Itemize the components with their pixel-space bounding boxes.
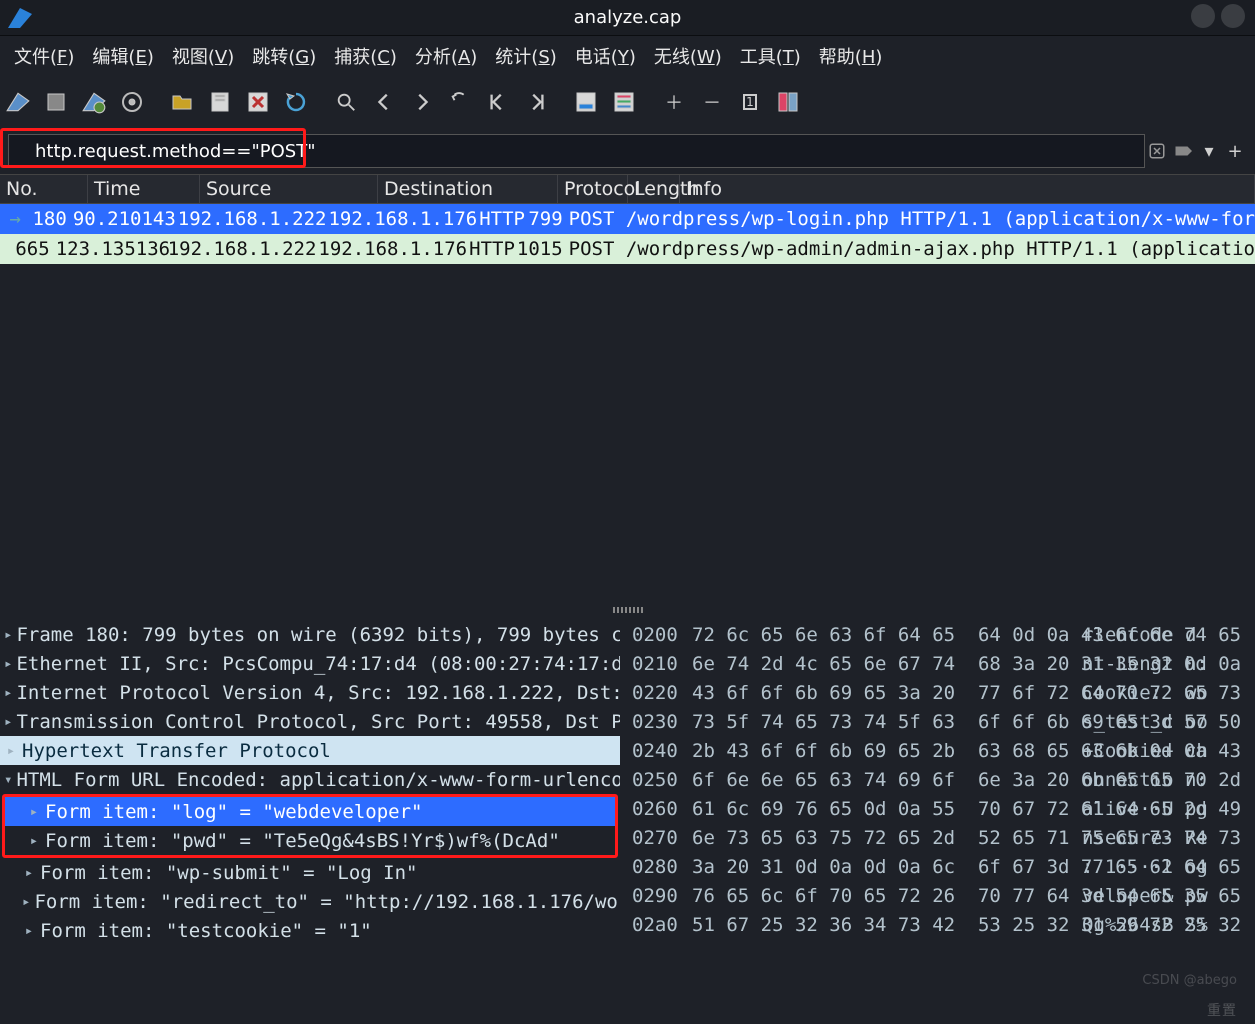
menu-edit[interactable]: 编辑(E)	[84, 39, 161, 73]
resize-columns-icon[interactable]	[772, 86, 804, 118]
restart-capture-icon[interactable]	[78, 86, 110, 118]
credential-highlight: ▸Form item: "log" = "webdeveloper" ▸Form…	[2, 794, 618, 858]
zoom-reset-icon[interactable]: 1	[734, 86, 766, 118]
tree-form-item-redirect[interactable]: ▸Form item: "redirect_to" = "http://192.…	[0, 887, 620, 916]
maximize-button[interactable]	[1221, 4, 1245, 28]
filter-bar: ▾ +	[0, 128, 1255, 174]
caret-right-icon: ▸	[22, 923, 36, 939]
col-header-no[interactable]: No.	[0, 175, 88, 203]
menu-telephony[interactable]: 电话(Y)	[567, 39, 644, 73]
forward-icon[interactable]	[406, 86, 438, 118]
jump-icon[interactable]	[444, 86, 476, 118]
hex-row[interactable]: 029076 65 6c 6f 70 65 72 26 70 77 64 3d …	[632, 881, 1255, 910]
watermark-csdn: CSDN @abego	[1142, 973, 1237, 988]
tree-http[interactable]: ▸Hypertext Transfer Protocol	[0, 736, 620, 765]
tree-form-item-pwd[interactable]: ▸Form item: "pwd" = "Te5eQg&4sBS!Yr$)wf%…	[5, 826, 615, 855]
col-header-length[interactable]: Length	[628, 175, 680, 203]
tree-tcp[interactable]: ▸Transmission Control Protocol, Src Port…	[0, 707, 620, 736]
window-title: analyze.cap	[0, 7, 1255, 28]
caret-right-icon: ▸	[22, 894, 30, 910]
toolbar: ＋ － 1	[0, 76, 1255, 128]
pane-splitter[interactable]	[0, 604, 1255, 616]
caret-right-icon: ▸	[4, 656, 12, 672]
menu-goto[interactable]: 跳转(G)	[244, 39, 324, 73]
open-file-icon[interactable]	[166, 86, 198, 118]
stop-capture-icon[interactable]	[40, 86, 72, 118]
packet-row[interactable]: 665 123.135136 192.168.1.222 192.168.1.1…	[0, 234, 1255, 264]
menu-capture[interactable]: 捕获(C)	[326, 39, 405, 73]
details-and-bytes: ▸Frame 180: 799 bytes on wire (6392 bits…	[0, 616, 1255, 946]
hex-row[interactable]: 02706e 73 65 63 75 72 65 2d 52 65 71 75 …	[632, 823, 1255, 852]
goto-last-icon[interactable]	[520, 86, 552, 118]
menu-help[interactable]: 帮助(H)	[811, 39, 891, 73]
hex-row[interactable]: 02106e 74 2d 4c 65 6e 67 74 68 3a 20 31 …	[632, 649, 1255, 678]
save-file-icon[interactable]	[204, 86, 236, 118]
zoom-in-icon[interactable]: ＋	[658, 86, 690, 118]
back-icon[interactable]	[368, 86, 400, 118]
caret-right-icon: ▸	[4, 627, 12, 643]
hex-row[interactable]: 02506f 6e 6e 65 63 74 69 6f 6e 3a 20 6b …	[632, 765, 1255, 794]
col-header-protocol[interactable]: Protocol	[558, 175, 628, 203]
caret-right-icon: ▸	[27, 833, 41, 849]
packet-row[interactable]: → 180 90.210143 192.168.1.222 192.168.1.…	[0, 204, 1255, 234]
minimize-button[interactable]	[1191, 4, 1215, 28]
clear-filter-icon[interactable]	[1145, 139, 1169, 163]
hex-row[interactable]: 02b034 25 32 39 77 66 25 32 35 25 32 38 …	[632, 939, 1255, 946]
search-icon[interactable]	[330, 86, 362, 118]
start-capture-icon[interactable]	[2, 86, 34, 118]
menu-view[interactable]: 视图(V)	[164, 39, 242, 73]
menu-wireless[interactable]: 无线(W)	[646, 39, 730, 73]
hex-row[interactable]: 023073 5f 74 65 73 74 5f 63 6f 6f 6b 69 …	[632, 707, 1255, 736]
caret-right-icon: ▸	[4, 685, 12, 701]
packet-list[interactable]: No. Time Source Destination Protocol Len…	[0, 174, 1255, 264]
tree-form-item-log[interactable]: ▸Form item: "log" = "webdeveloper"	[5, 797, 615, 826]
tree-ip[interactable]: ▸Internet Protocol Version 4, Src: 192.1…	[0, 678, 620, 707]
reload-icon[interactable]	[280, 86, 312, 118]
hex-row[interactable]: 02402b 43 6f 6f 6b 69 65 2b 63 68 65 63 …	[632, 736, 1255, 765]
menu-stats[interactable]: 统计(S)	[487, 39, 565, 73]
packet-list-empty	[0, 264, 1255, 604]
zoom-out-icon[interactable]: －	[696, 86, 728, 118]
hex-row[interactable]: 020072 6c 65 6e 63 6f 64 65 64 0d 0a 43 …	[632, 620, 1255, 649]
menu-tools[interactable]: 工具(T)	[732, 39, 809, 73]
apply-filter-icon[interactable]	[1171, 139, 1195, 163]
goto-first-icon[interactable]	[482, 86, 514, 118]
packet-bytes[interactable]: 020072 6c 65 6e 63 6f 64 65 64 0d 0a 43 …	[620, 616, 1255, 946]
add-filter-icon[interactable]: +	[1223, 139, 1247, 163]
caret-right-icon: ▸	[22, 865, 36, 881]
tree-ethernet[interactable]: ▸Ethernet II, Src: PcsCompu_74:17:d4 (08…	[0, 649, 620, 678]
col-header-destination[interactable]: Destination	[378, 175, 558, 203]
menu-bar: 文件(F) 编辑(E) 视图(V) 跳转(G) 捕获(C) 分析(A) 统计(S…	[0, 36, 1255, 76]
window-controls[interactable]	[1191, 4, 1245, 28]
menu-file[interactable]: 文件(F)	[6, 39, 82, 73]
autoscroll-icon[interactable]	[570, 86, 602, 118]
packet-list-header: No. Time Source Destination Protocol Len…	[0, 174, 1255, 204]
hex-row[interactable]: 022043 6f 6f 6b 69 65 3a 20 77 6f 72 64 …	[632, 678, 1255, 707]
caret-right-icon: ▸	[4, 743, 18, 759]
col-header-source[interactable]: Source	[200, 175, 378, 203]
col-header-time[interactable]: Time	[88, 175, 200, 203]
caret-right-icon: ▸	[27, 804, 41, 820]
display-filter-input[interactable]	[8, 134, 1145, 168]
packet-marker-icon: →	[0, 208, 30, 230]
tree-frame[interactable]: ▸Frame 180: 799 bytes on wire (6392 bits…	[0, 620, 620, 649]
tree-form-item-submit[interactable]: ▸Form item: "wp-submit" = "Log In"	[0, 858, 620, 887]
tree-form-urlencoded[interactable]: ▾HTML Form URL Encoded: application/x-ww…	[0, 765, 620, 794]
caret-down-icon: ▾	[4, 772, 12, 788]
tree-form-item-testcookie[interactable]: ▸Form item: "testcookie" = "1"	[0, 916, 620, 945]
hex-row[interactable]: 026061 6c 69 76 65 0d 0a 55 70 67 72 61 …	[632, 794, 1255, 823]
hex-row[interactable]: 02803a 20 31 0d 0a 0d 0a 6c 6f 67 3d 77 …	[632, 852, 1255, 881]
caret-right-icon: ▸	[4, 714, 12, 730]
col-header-info[interactable]: Info	[680, 175, 1255, 203]
title-bar: analyze.cap	[0, 0, 1255, 36]
hex-row[interactable]: 02a051 67 25 32 36 34 73 42 53 25 32 31 …	[632, 910, 1255, 939]
menu-analyze[interactable]: 分析(A)	[407, 39, 485, 73]
colorize-icon[interactable]	[608, 86, 640, 118]
wireshark-logo-icon	[6, 4, 38, 32]
watermark-reset: 重置	[1207, 1000, 1237, 1020]
packet-details-tree[interactable]: ▸Frame 180: 799 bytes on wire (6392 bits…	[0, 616, 620, 946]
capture-options-icon[interactable]	[116, 86, 148, 118]
filter-history-icon[interactable]: ▾	[1197, 139, 1221, 163]
close-file-icon[interactable]	[242, 86, 274, 118]
